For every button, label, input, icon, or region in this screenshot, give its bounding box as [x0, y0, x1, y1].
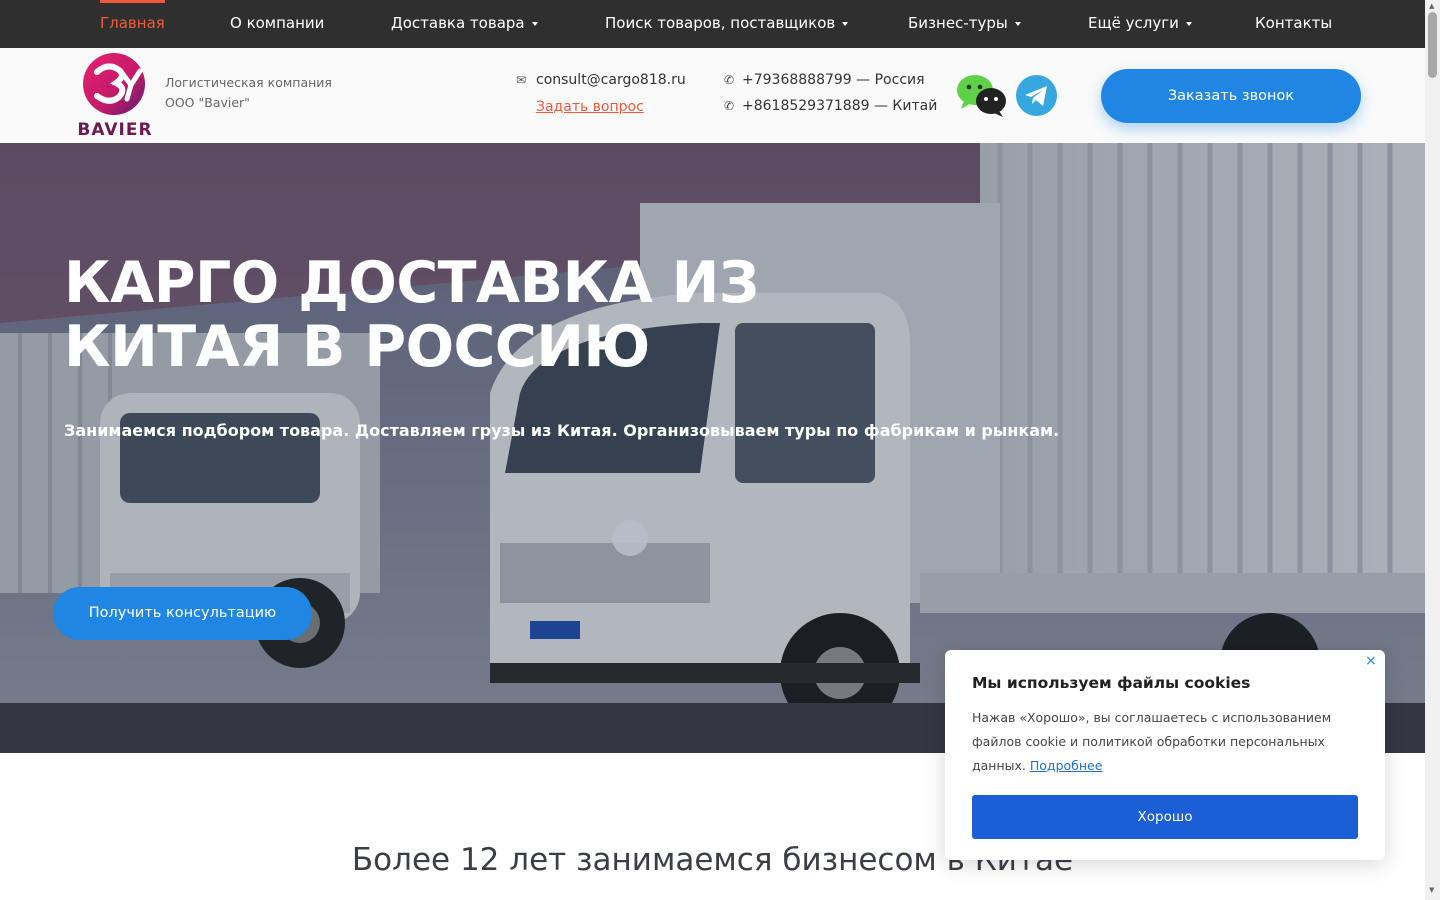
nav-item-label: Главная — [100, 14, 165, 32]
phone-icon: ✆ — [724, 73, 735, 87]
nav-item-label: Поиск товаров, поставщиков — [605, 14, 836, 32]
envelope-icon: ✉ — [516, 73, 527, 87]
cookie-more-link[interactable]: Подробнее — [1030, 758, 1103, 773]
order-call-button[interactable]: Заказать звонок — [1101, 69, 1361, 123]
nav-item-business-tours[interactable]: Бизнес-туры — [908, 0, 1021, 48]
logo[interactable]: BAVIER — [64, 52, 166, 140]
cookie-consent-popup: × Мы используем файлы cookies Нажав «Хор… — [945, 650, 1385, 860]
nav-item-home[interactable]: Главная — [90, 0, 175, 48]
cookie-accept-button[interactable]: Хорошо — [972, 795, 1358, 839]
nav-item-label: Доставка товара — [391, 14, 525, 32]
caret-down-icon — [1014, 21, 1021, 26]
company-line: Логистическая компания — [165, 75, 332, 90]
nav-item-label: Бизнес-туры — [908, 14, 1008, 32]
telegram-icon[interactable] — [1016, 75, 1057, 116]
phone-russia[interactable]: ✆ +79368888799 — Россия — [724, 72, 925, 88]
nav-item-label: Контакты — [1255, 14, 1333, 32]
logo-mark-icon — [83, 53, 145, 115]
phone-number: +8618529371889 — Китай — [742, 98, 938, 114]
hero-title: КАРГО ДОСТАВКА ИЗ КИТАЯ В РОССИЮ — [64, 250, 759, 380]
phone-number: +79368888799 — Россия — [742, 72, 925, 88]
scrollbar-thumb[interactable] — [1428, 12, 1437, 78]
cookie-title: Мы используем файлы cookies — [972, 674, 1251, 692]
cookie-text-body: Нажав «Хорошо», вы соглашаетесь с исполь… — [972, 710, 1332, 773]
phone-china[interactable]: ✆ +8618529371889 — Китай — [724, 98, 937, 114]
nav-item-search[interactable]: Поиск товаров, поставщиков — [605, 0, 849, 48]
logo-text: BAVIER — [77, 120, 153, 140]
site-header: BAVIER Логистическая компания ООО "Bavie… — [0, 48, 1425, 143]
nav-item-about[interactable]: О компании — [230, 0, 324, 48]
caret-down-icon — [842, 21, 849, 26]
page-scrollbar[interactable]: ▲ ▼ — [1425, 0, 1440, 900]
company-line: ООО "Bavier" — [165, 95, 250, 110]
get-consultation-button[interactable]: Получить консультацию — [53, 587, 312, 640]
caret-down-icon — [531, 21, 538, 26]
ask-question-link[interactable]: Задать вопрос — [536, 99, 644, 115]
nav-item-label: О компании — [230, 14, 325, 32]
email-contact[interactable]: ✉ consult@cargo818.ru — [516, 72, 686, 88]
nav-item-delivery[interactable]: Доставка товара — [391, 0, 538, 48]
caret-down-icon — [1185, 21, 1192, 26]
nav-item-contacts[interactable]: Контакты — [1255, 0, 1332, 48]
scroll-up-icon[interactable]: ▲ — [1429, 2, 1434, 10]
company-description: Логистическая компания ООО "Bavier" — [165, 73, 332, 113]
nav-item-more-services[interactable]: Ещё услуги — [1088, 0, 1192, 48]
close-icon[interactable]: × — [1365, 653, 1377, 669]
scroll-down-icon[interactable]: ▼ — [1429, 886, 1434, 894]
cookie-text: Нажав «Хорошо», вы соглашаетесь с исполь… — [972, 706, 1342, 778]
email-address: consult@cargo818.ru — [536, 72, 686, 88]
wechat-icon[interactable] — [956, 74, 1008, 118]
top-navigation: Главная О компании Доставка товара Поиск… — [0, 0, 1425, 48]
hero-subtitle: Занимаемся подбором товара. Доставляем г… — [64, 421, 1060, 440]
phone-icon: ✆ — [724, 99, 735, 113]
nav-item-label: Ещё услуги — [1088, 14, 1179, 32]
